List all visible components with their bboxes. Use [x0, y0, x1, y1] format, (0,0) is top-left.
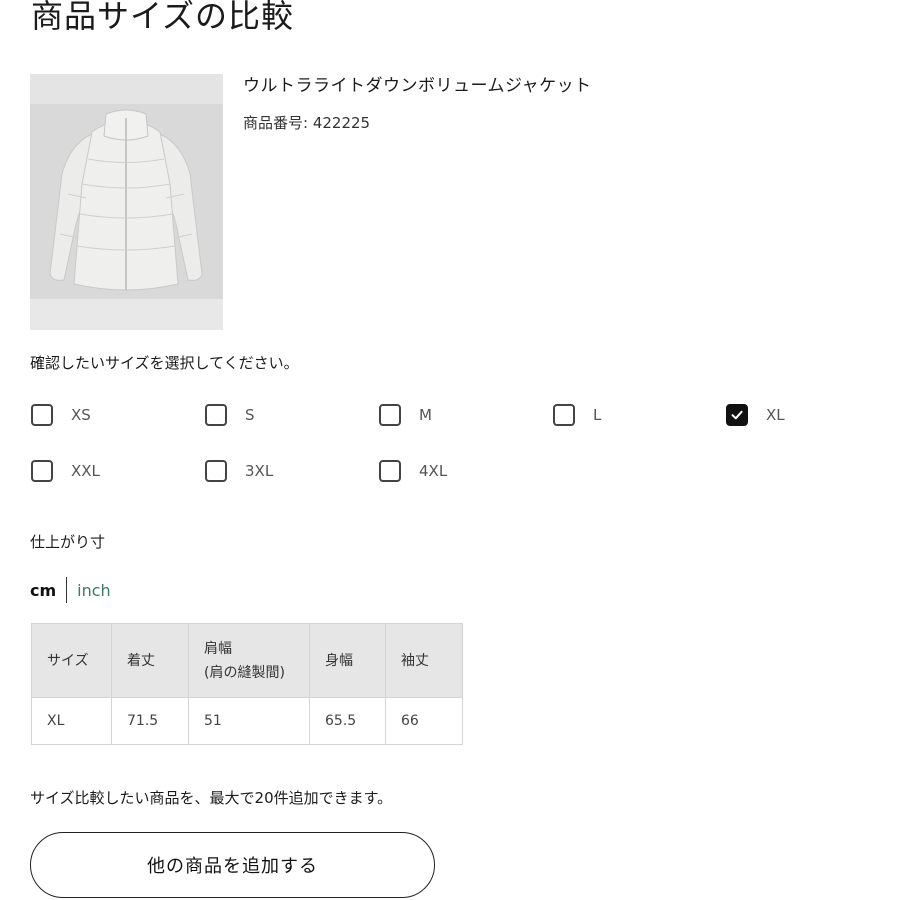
- unit-cm-option[interactable]: cm: [30, 581, 56, 600]
- table-cell: 71.5: [111, 697, 189, 745]
- product-number: 商品番号: 422225: [243, 114, 371, 132]
- size-option-xl[interactable]: XL: [726, 402, 785, 428]
- size-option-s[interactable]: S: [205, 402, 255, 428]
- size-label: M: [419, 406, 432, 424]
- size-checkbox-xxl[interactable]: [31, 460, 53, 482]
- header-width: 身幅: [309, 623, 386, 698]
- size-select-prompt: 確認したいサイズを選択してください。: [30, 354, 299, 372]
- product-name: ウルトラライトダウンボリュームジャケット: [243, 76, 592, 96]
- size-label: 3XL: [245, 462, 274, 480]
- size-option-4xl[interactable]: 4XL: [379, 458, 447, 484]
- checkmark-icon: [731, 410, 743, 420]
- size-checkbox-xs[interactable]: [31, 404, 53, 426]
- unit-toggle: cm inch: [30, 577, 111, 603]
- size-checkbox-m[interactable]: [379, 404, 401, 426]
- size-option-xxl[interactable]: XXL: [31, 458, 100, 484]
- size-label: XL: [766, 406, 785, 424]
- page: 商品サイズの比較 ウルトラライトダウンボリュームジャケット 商品番号: 4222…: [0, 0, 900, 900]
- finished-measurements-label: 仕上がり寸: [30, 533, 106, 551]
- table-row: XL 71.5 51 65.5 66: [31, 697, 463, 745]
- size-option-xs[interactable]: XS: [31, 402, 91, 428]
- size-label: S: [245, 406, 255, 424]
- header-shoulder: 肩幅 (肩の縫製間): [188, 623, 310, 698]
- size-label: 4XL: [419, 462, 448, 480]
- table-cell: 65.5: [309, 697, 386, 745]
- size-label: XS: [71, 406, 91, 424]
- product-image: [30, 74, 223, 330]
- size-checkbox-s[interactable]: [205, 404, 227, 426]
- header-size: サイズ: [31, 623, 112, 698]
- puffer-jacket-image: [30, 74, 223, 330]
- size-checkbox-l[interactable]: [553, 404, 575, 426]
- size-option-m[interactable]: M: [379, 402, 432, 428]
- table-header-row: サイズ 着丈 肩幅 (肩の縫製間) 身幅 袖丈: [31, 623, 463, 698]
- size-label: L: [593, 406, 602, 424]
- unit-divider: [66, 577, 68, 603]
- header-length: 着丈: [111, 623, 189, 698]
- size-option-3xl[interactable]: 3XL: [205, 458, 273, 484]
- unit-inch-link[interactable]: inch: [77, 581, 111, 600]
- size-measurement-table: サイズ 着丈 肩幅 (肩の縫製間) 身幅 袖丈 XL 71.5 51 65.5 6…: [31, 623, 463, 745]
- add-product-button[interactable]: 他の商品を追加する: [30, 832, 435, 898]
- size-checkbox-xl[interactable]: [726, 404, 748, 426]
- table-cell: 66: [385, 697, 463, 745]
- compare-note: サイズ比較したい商品を、最大で20件追加できます。: [30, 789, 393, 807]
- size-checkbox-3xl[interactable]: [205, 460, 227, 482]
- size-label: XXL: [71, 462, 100, 480]
- header-sleeve: 袖丈: [385, 623, 463, 698]
- table-cell: 51: [188, 697, 310, 745]
- table-cell: XL: [31, 697, 112, 745]
- size-option-l[interactable]: L: [553, 402, 601, 428]
- size-checkbox-4xl[interactable]: [379, 460, 401, 482]
- page-title: 商品サイズの比較: [31, 0, 295, 35]
